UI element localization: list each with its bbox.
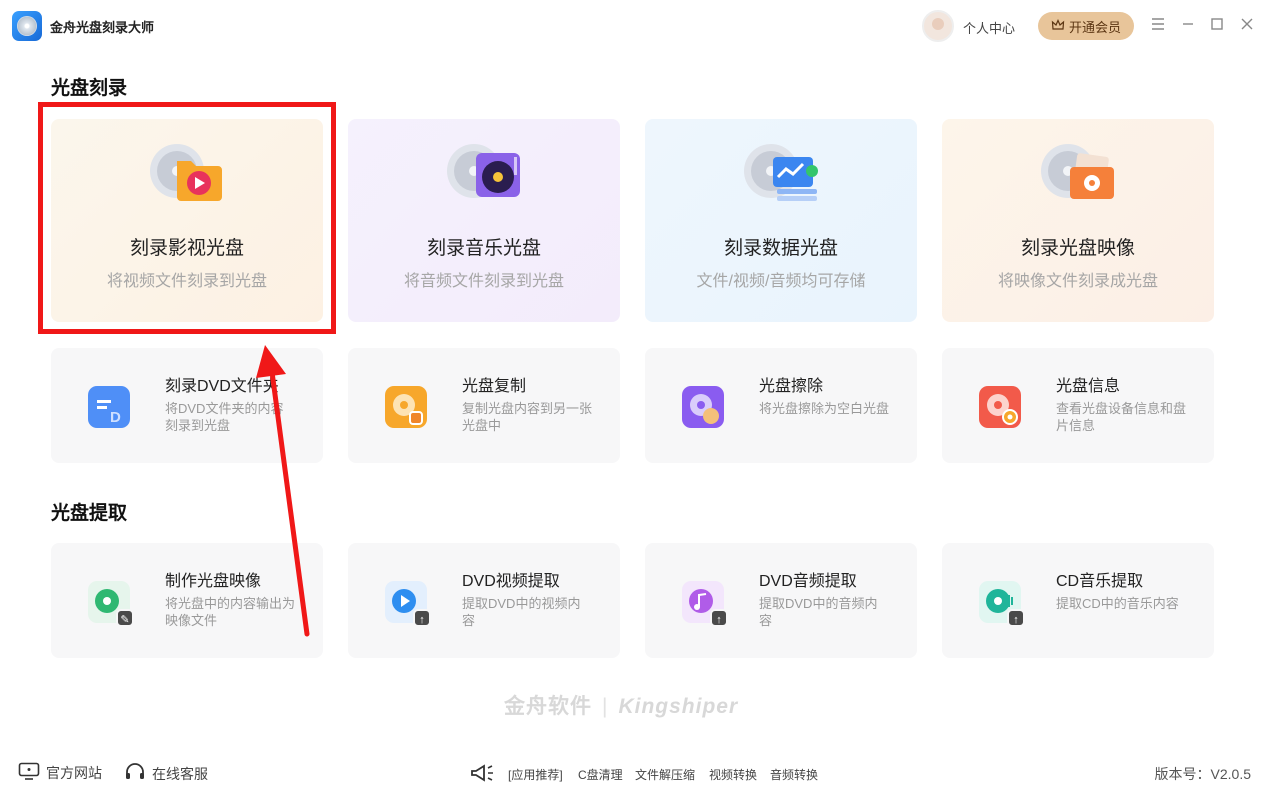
card-title: 刻录DVD文件夹	[165, 378, 279, 395]
card-description: 将光盘中的内容输出为映像文件	[165, 596, 296, 628]
support-label: 在线客服	[152, 765, 208, 782]
card-description: 将光盘擦除为空白光盘	[759, 401, 890, 416]
crown-icon	[1051, 18, 1065, 35]
card-description: 提取DVD中的音频内容	[759, 596, 878, 628]
card-description: 复制光盘内容到另一张光盘中	[462, 401, 593, 433]
c-drive-clean-link[interactable]: C盘清理	[578, 766, 623, 783]
audio-convert-link[interactable]: 音频转换	[770, 766, 818, 783]
card-title: 光盘复制	[462, 378, 527, 395]
card-description: 将DVD文件夹的内容刻录到光盘	[165, 401, 284, 433]
card-title: 刻录音乐光盘	[426, 238, 541, 259]
burn-music-disc-card[interactable]: 刻录音乐光盘 将音频文件刻录到光盘	[348, 119, 620, 322]
menu-icon[interactable]	[1146, 14, 1170, 38]
brand-cn: 金舟软件	[504, 695, 592, 718]
dvd-video-extract-card[interactable]: ↑ DVD视频提取 提取DVD中的视频内容	[348, 543, 620, 658]
highlight-box	[38, 102, 336, 334]
cd-music-extract-card[interactable]: ↑ CD音乐提取 提取CD中的音乐内容	[942, 543, 1214, 658]
avatar[interactable]	[922, 10, 954, 42]
card-subtitle: 将音频文件刻录到光盘	[403, 273, 564, 290]
make-image-icon: ✎	[88, 581, 134, 627]
user-center-link[interactable]: 个人中心	[963, 18, 1015, 37]
title-bar: 金舟光盘刻录大师 个人中心 开通会员	[0, 0, 1267, 52]
dvd-folder-icon: D	[88, 386, 130, 428]
dvd-audio-extract-card[interactable]: ↑ DVD音频提取 提取DVD中的音频内容	[645, 543, 917, 658]
headset-icon	[124, 762, 146, 785]
card-title: 光盘信息	[1056, 378, 1121, 395]
brand-en: Kingshiper	[618, 695, 739, 718]
online-support-link[interactable]: 在线客服	[124, 762, 208, 785]
edit-icon: ✎	[116, 609, 134, 627]
card-title: DVD音频提取	[759, 573, 857, 590]
card-subtitle: 将映像文件刻录成光盘	[997, 273, 1158, 290]
minimize-icon[interactable]	[1176, 14, 1200, 38]
card-subtitle: 文件/视频/音频均可存储	[696, 273, 866, 290]
section-title-burn: 光盘刻录	[51, 78, 128, 99]
cd-music-icon: ↑	[979, 581, 1025, 627]
disc-erase-card[interactable]: 光盘擦除 将光盘擦除为空白光盘	[645, 348, 917, 463]
disc-info-icon	[979, 386, 1021, 428]
file-unzip-link[interactable]: 文件解压缩	[635, 766, 695, 783]
card-title: 刻录数据光盘	[723, 238, 838, 259]
card-title: 制作光盘映像	[165, 573, 262, 590]
footer: 官方网站 在线客服 [应用推荐] C盘清理 文件解压缩 视频转换 音频转换 版本…	[0, 752, 1267, 792]
card-title: CD音乐提取	[1056, 573, 1144, 590]
disc-info-card[interactable]: 光盘信息 查看光盘设备信息和盘片信息	[942, 348, 1214, 463]
official-website-link[interactable]: 官方网站	[18, 762, 102, 783]
disc-copy-card[interactable]: 光盘复制 复制光盘内容到另一张光盘中	[348, 348, 620, 463]
dvd-video-icon: ↑	[385, 581, 431, 627]
dvd-audio-icon: ↑	[682, 581, 728, 627]
card-title: 刻录光盘映像	[1020, 238, 1135, 259]
data-disc-icon	[744, 144, 818, 201]
megaphone-icon	[470, 763, 496, 786]
disc-app-logo	[12, 11, 42, 41]
export-icon: ↑	[413, 609, 431, 627]
close-icon[interactable]	[1235, 14, 1259, 38]
burn-data-disc-card[interactable]: 刻录数据光盘 文件/视频/音频均可存储	[645, 119, 917, 322]
maximize-icon[interactable]	[1205, 14, 1229, 38]
app-title: 金舟光盘刻录大师	[50, 20, 155, 35]
monitor-icon	[18, 762, 40, 783]
svg-text:D: D	[110, 409, 121, 426]
burn-dvd-folder-card[interactable]: D 刻录DVD文件夹 将DVD文件夹的内容刻录到光盘	[51, 348, 323, 463]
export-icon: ↑	[710, 609, 728, 627]
version-label: 版本号：V2.0.5	[1154, 766, 1251, 782]
export-icon: ↑	[1007, 609, 1025, 627]
card-description: 提取CD中的音乐内容	[1056, 596, 1179, 611]
brand-watermark: 金舟软件 | Kingshiper	[504, 690, 738, 720]
card-description: 提取DVD中的视频内容	[462, 596, 581, 628]
website-label: 官方网站	[46, 764, 102, 781]
app-recommend-link[interactable]: [应用推荐]	[508, 766, 563, 783]
disc-image-icon	[1041, 144, 1114, 199]
vip-button[interactable]: 开通会员	[1038, 12, 1134, 40]
video-convert-link[interactable]: 视频转换	[709, 766, 757, 783]
card-description: 查看光盘设备信息和盘片信息	[1056, 401, 1187, 433]
burn-disc-image-card[interactable]: 刻录光盘映像 将映像文件刻录成光盘	[942, 119, 1214, 322]
disc-erase-icon	[682, 386, 724, 428]
card-title: DVD视频提取	[462, 573, 560, 590]
disc-copy-icon	[385, 386, 427, 428]
music-disc-icon	[447, 144, 520, 198]
brand-separator: |	[602, 695, 609, 718]
section-title-extract: 光盘提取	[51, 503, 128, 524]
make-disc-image-card[interactable]: ✎ 制作光盘映像 将光盘中的内容输出为映像文件	[51, 543, 323, 658]
vip-label: 开通会员	[1068, 19, 1121, 35]
card-title: 光盘擦除	[759, 378, 824, 395]
